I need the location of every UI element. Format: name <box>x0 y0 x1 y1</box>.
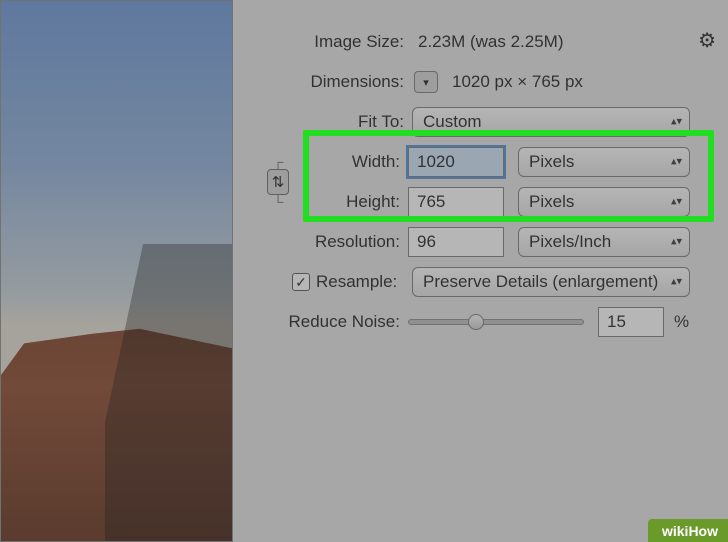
chevron-down-icon: ▾ <box>423 76 429 89</box>
fit-to-value: Custom <box>423 112 482 132</box>
updown-icon: ▴▾ <box>671 119 682 126</box>
updown-icon: ▴▾ <box>671 279 682 286</box>
width-label: Width: <box>296 152 408 172</box>
height-unit-value: Pixels <box>529 192 574 212</box>
resolution-label: Resolution: <box>260 232 408 252</box>
check-icon: ✓ <box>295 274 307 291</box>
dimensions-label: Dimensions: <box>260 72 412 92</box>
dimensions-unit-toggle[interactable]: ▾ <box>414 71 438 93</box>
constrain-proportions-toggle[interactable]: ⇅ <box>267 169 289 195</box>
image-size-label: Image Size: <box>260 32 412 52</box>
height-input[interactable]: 765 <box>408 187 504 217</box>
image-size-value: 2.23M (was 2.25M) <box>412 32 564 52</box>
height-label: Height: <box>296 192 408 212</box>
wikihow-watermark: wikiHow <box>648 519 728 542</box>
slider-thumb[interactable] <box>468 314 484 330</box>
reduce-noise-input[interactable]: 15 <box>598 307 664 337</box>
updown-icon: ▴▾ <box>671 199 682 206</box>
resolution-unit-select[interactable]: Pixels/Inch ▴▾ <box>518 227 690 257</box>
link-icon: ⇅ <box>272 173 285 191</box>
resample-method-select[interactable]: Preserve Details (enlargement) ▴▾ <box>412 267 690 297</box>
reduce-noise-slider[interactable] <box>408 319 584 325</box>
fit-to-label: Fit To: <box>260 112 412 132</box>
reduce-noise-label: Reduce Noise: <box>260 312 408 332</box>
width-unit-select[interactable]: Pixels ▴▾ <box>518 147 690 177</box>
resample-method-value: Preserve Details (enlargement) <box>423 272 658 292</box>
height-unit-select[interactable]: Pixels ▴▾ <box>518 187 690 217</box>
width-input[interactable]: 1020 <box>408 147 504 177</box>
resample-checkbox[interactable]: ✓ <box>292 273 310 291</box>
image-preview <box>0 0 233 542</box>
fit-to-select[interactable]: Custom ▴▾ <box>412 107 690 137</box>
updown-icon: ▴▾ <box>671 239 682 246</box>
dimensions-value: 1020 px × 765 px <box>446 72 583 92</box>
updown-icon: ▴▾ <box>671 159 682 166</box>
resample-label: Resample: <box>316 272 412 292</box>
width-unit-value: Pixels <box>529 152 574 172</box>
gear-icon[interactable]: ⚙ <box>698 28 716 53</box>
image-size-dialog: ⚙ Image Size: 2.23M (was 2.25M) Dimensio… <box>0 0 728 542</box>
resolution-input[interactable]: 96 <box>408 227 504 257</box>
percent-label: % <box>674 312 689 332</box>
resolution-unit-value: Pixels/Inch <box>529 232 611 252</box>
